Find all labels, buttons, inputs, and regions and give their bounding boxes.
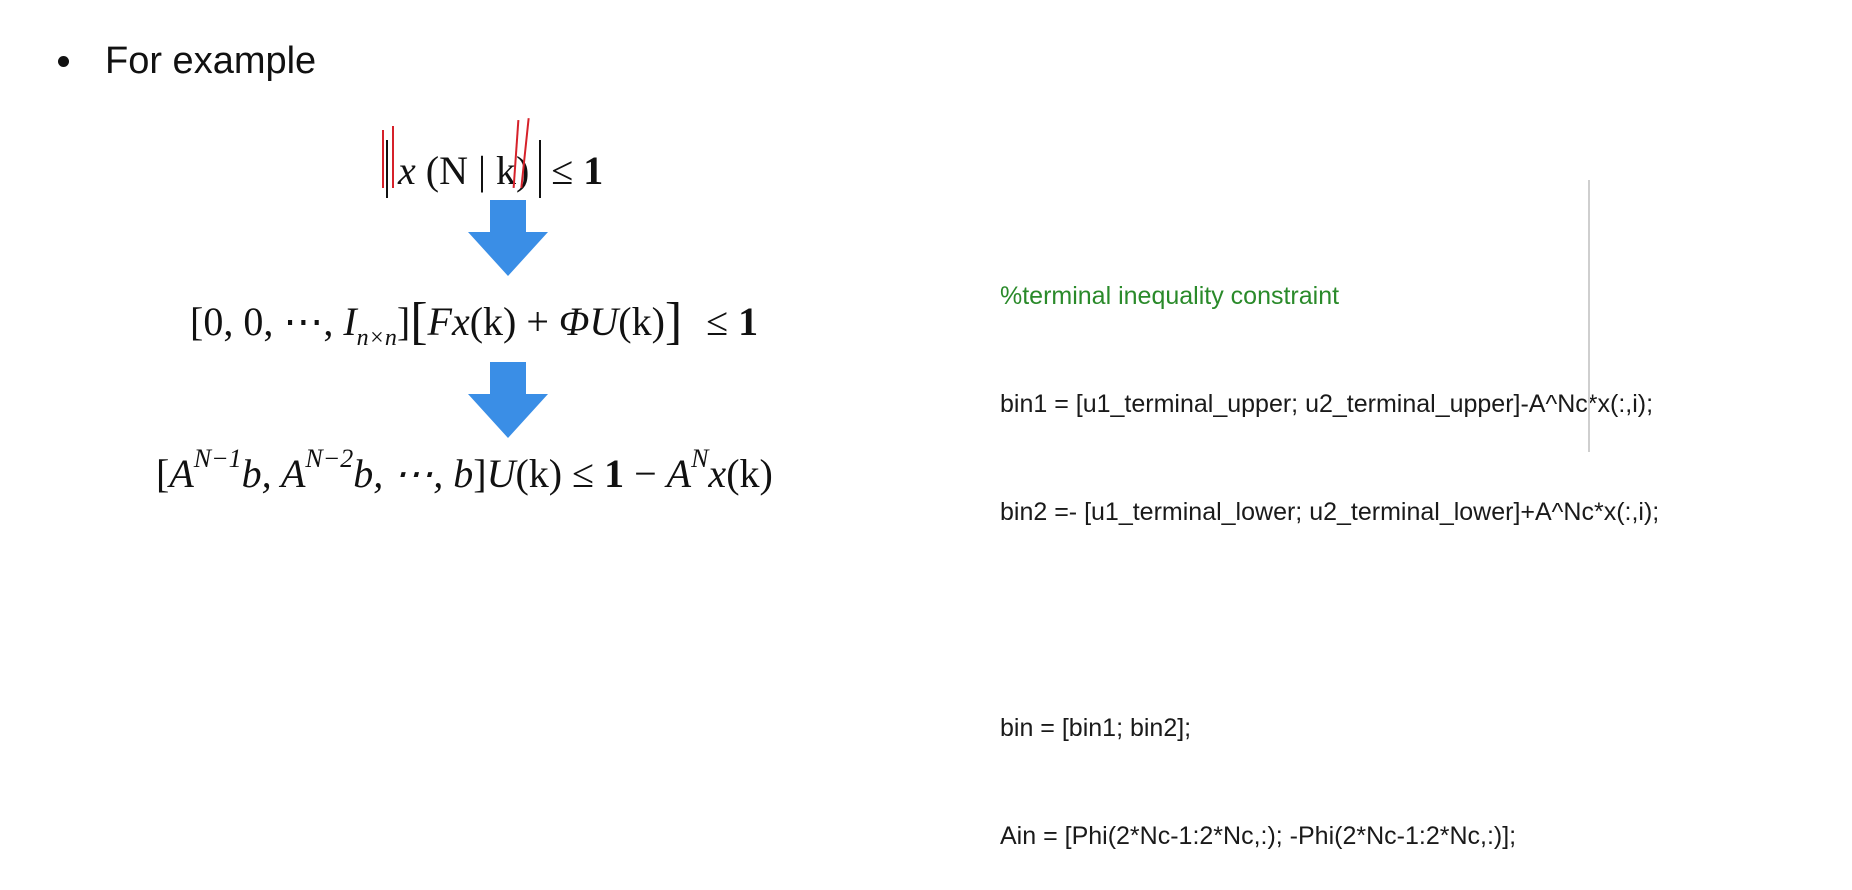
eq2-rbr: ] <box>664 293 683 350</box>
eq3-A1: A <box>169 451 194 496</box>
code-block: %terminal inequality constraint bin1 = [… <box>1000 206 1659 890</box>
code-line-2: bin2 =- [u1_terminal_lower; u2_terminal_… <box>1000 498 1660 526</box>
eq3-b2: b, ⋯, <box>353 451 454 496</box>
norm-bar-right <box>539 140 542 198</box>
eq3-k2: (k) <box>726 451 773 496</box>
eq3-A3: A <box>666 451 692 496</box>
eq2-phiU: ΦU <box>558 299 619 344</box>
eq3-b3: b <box>453 451 474 496</box>
eq3-k1: (k) <box>515 451 563 496</box>
eq1-x: x <box>398 148 416 193</box>
eq3-minus: − <box>634 451 657 496</box>
eq2-close: ] <box>396 299 411 344</box>
eq3-A3-sup: N <box>691 444 709 473</box>
eq3-A2: A <box>280 451 306 496</box>
annotation-mark-left-1 <box>382 130 384 188</box>
eq2-F: Fx <box>427 299 470 344</box>
eq1-rel: ≤ <box>551 148 574 193</box>
eq2-lbr: [ <box>410 293 428 350</box>
eq2-row: [0, 0, ⋯, <box>190 299 344 344</box>
eq3-A1-sup: N−1 <box>193 444 242 473</box>
code-line-1: bin1 = [u1_terminal_upper; u2_terminal_u… <box>1000 390 1654 418</box>
eq2-I-sub: n×n <box>356 325 397 351</box>
eq3-b1: b, <box>241 451 281 496</box>
bullet-text: For example <box>105 40 317 82</box>
eq3-one: 1 <box>604 451 625 496</box>
equation-norm-constraint: x (N | k) ≤ 1 <box>386 140 603 198</box>
eq3-rel: ≤ <box>572 451 595 496</box>
code-line-5: Ain = [Phi(2*Nc-1:2*Nc,:); -Phi(2*Nc-1:2… <box>1000 822 1517 850</box>
bullet-item: For example <box>58 40 316 83</box>
eq3-x: x <box>708 451 727 496</box>
eq2-plus: + <box>516 299 559 344</box>
eq3-U: U <box>486 451 516 496</box>
down-arrow-icon <box>468 200 548 276</box>
eq3-close: ] <box>473 451 487 496</box>
norm-bar-left <box>386 140 388 198</box>
equation-final-constraint: [AN−1b, AN−2b, ⋯, b]U(k) ≤ 1 − ANx(k) <box>156 446 773 497</box>
bullet-dot <box>58 56 69 67</box>
eq2-k2: (k) <box>618 299 665 344</box>
annotation-mark-left-2 <box>392 126 394 188</box>
eq1-rhs: 1 <box>583 148 604 193</box>
code-line-4: bin = [bin1; bin2]; <box>1000 714 1192 742</box>
equation-selection-form: [0, 0, ⋯, In×n][Fx(k) + ΦU(k)] ≤ 1 <box>190 292 758 351</box>
vertical-divider <box>1588 180 1590 452</box>
eq3-A2-sup: N−2 <box>305 444 354 473</box>
eq3-open: [ <box>156 451 170 496</box>
eq2-k1: (k) <box>469 299 517 344</box>
down-arrow-icon-2 <box>468 362 548 438</box>
eq2-rel: ≤ <box>706 299 729 344</box>
eq2-I: I <box>343 299 357 344</box>
code-comment: %terminal inequality constraint <box>1000 282 1340 310</box>
eq2-rhs: 1 <box>738 299 759 344</box>
